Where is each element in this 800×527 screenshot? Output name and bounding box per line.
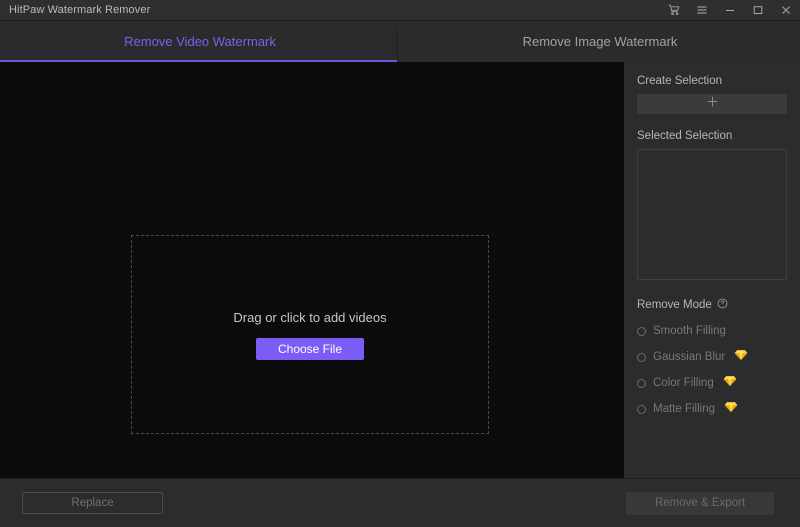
selected-selection-list[interactable] (637, 149, 787, 280)
bottom-bar: Replace Remove & Export (0, 478, 800, 527)
radio-label-gaussian-blur: Gaussian Blur (653, 351, 726, 363)
premium-gem-icon (734, 348, 748, 366)
window-title: HitPaw Watermark Remover (9, 4, 151, 16)
radio-label-smooth-filling: Smooth Filling (653, 325, 726, 337)
radio-icon (637, 352, 646, 362)
premium-gem-icon (724, 400, 738, 418)
main-body: Drag or click to add videos Choose File … (0, 62, 800, 478)
menu-icon[interactable] (688, 0, 716, 21)
close-icon[interactable] (772, 0, 800, 21)
app-window: HitPaw Watermark Remover Remove Video Wa… (0, 0, 800, 527)
radio-icon (637, 326, 646, 336)
radio-label-color-filling: Color Filling (653, 377, 714, 389)
window-controls (660, 0, 800, 21)
tab-label-video: Remove Video Watermark (124, 34, 276, 49)
create-selection-button[interactable] (637, 94, 787, 114)
tab-bar: Remove Video Watermark Remove Image Wate… (0, 21, 800, 62)
tab-remove-video-watermark[interactable]: Remove Video Watermark (0, 21, 400, 62)
radio-icon (637, 404, 646, 414)
radio-gaussian-blur[interactable]: Gaussian Blur (637, 347, 787, 367)
remove-and-export-button[interactable]: Remove & Export (626, 491, 774, 515)
radio-smooth-filling[interactable]: Smooth Filling (637, 321, 787, 341)
drop-zone-text: Drag or click to add videos (233, 309, 387, 325)
radio-icon (637, 378, 646, 388)
radio-matte-filling[interactable]: Matte Filling (637, 399, 787, 419)
choose-file-button[interactable]: Choose File (255, 337, 365, 360)
premium-gem-icon (723, 374, 737, 392)
video-stage: Drag or click to add videos Choose File (0, 62, 624, 478)
maximize-icon[interactable] (744, 0, 772, 21)
cart-icon[interactable] (660, 0, 688, 21)
tab-remove-image-watermark[interactable]: Remove Image Watermark (400, 21, 800, 62)
help-icon[interactable] (717, 298, 728, 312)
radio-label-matte-filling: Matte Filling (653, 403, 715, 415)
plus-icon (706, 95, 719, 113)
minimize-icon[interactable] (716, 0, 744, 21)
remove-mode-text: Remove Mode (637, 299, 712, 311)
replace-button[interactable]: Replace (22, 492, 163, 514)
remove-mode-label: Remove Mode (637, 298, 787, 312)
radio-color-filling[interactable]: Color Filling (637, 373, 787, 393)
tab-divider (396, 27, 397, 57)
tab-label-image: Remove Image Watermark (522, 34, 678, 49)
drop-zone[interactable]: Drag or click to add videos Choose File (131, 235, 489, 434)
create-selection-label: Create Selection (637, 75, 723, 87)
selected-selection-label: Selected Selection (637, 130, 733, 142)
title-bar: HitPaw Watermark Remover (0, 0, 800, 21)
side-panel: Create Selection Selected Selection Remo… (624, 62, 800, 478)
